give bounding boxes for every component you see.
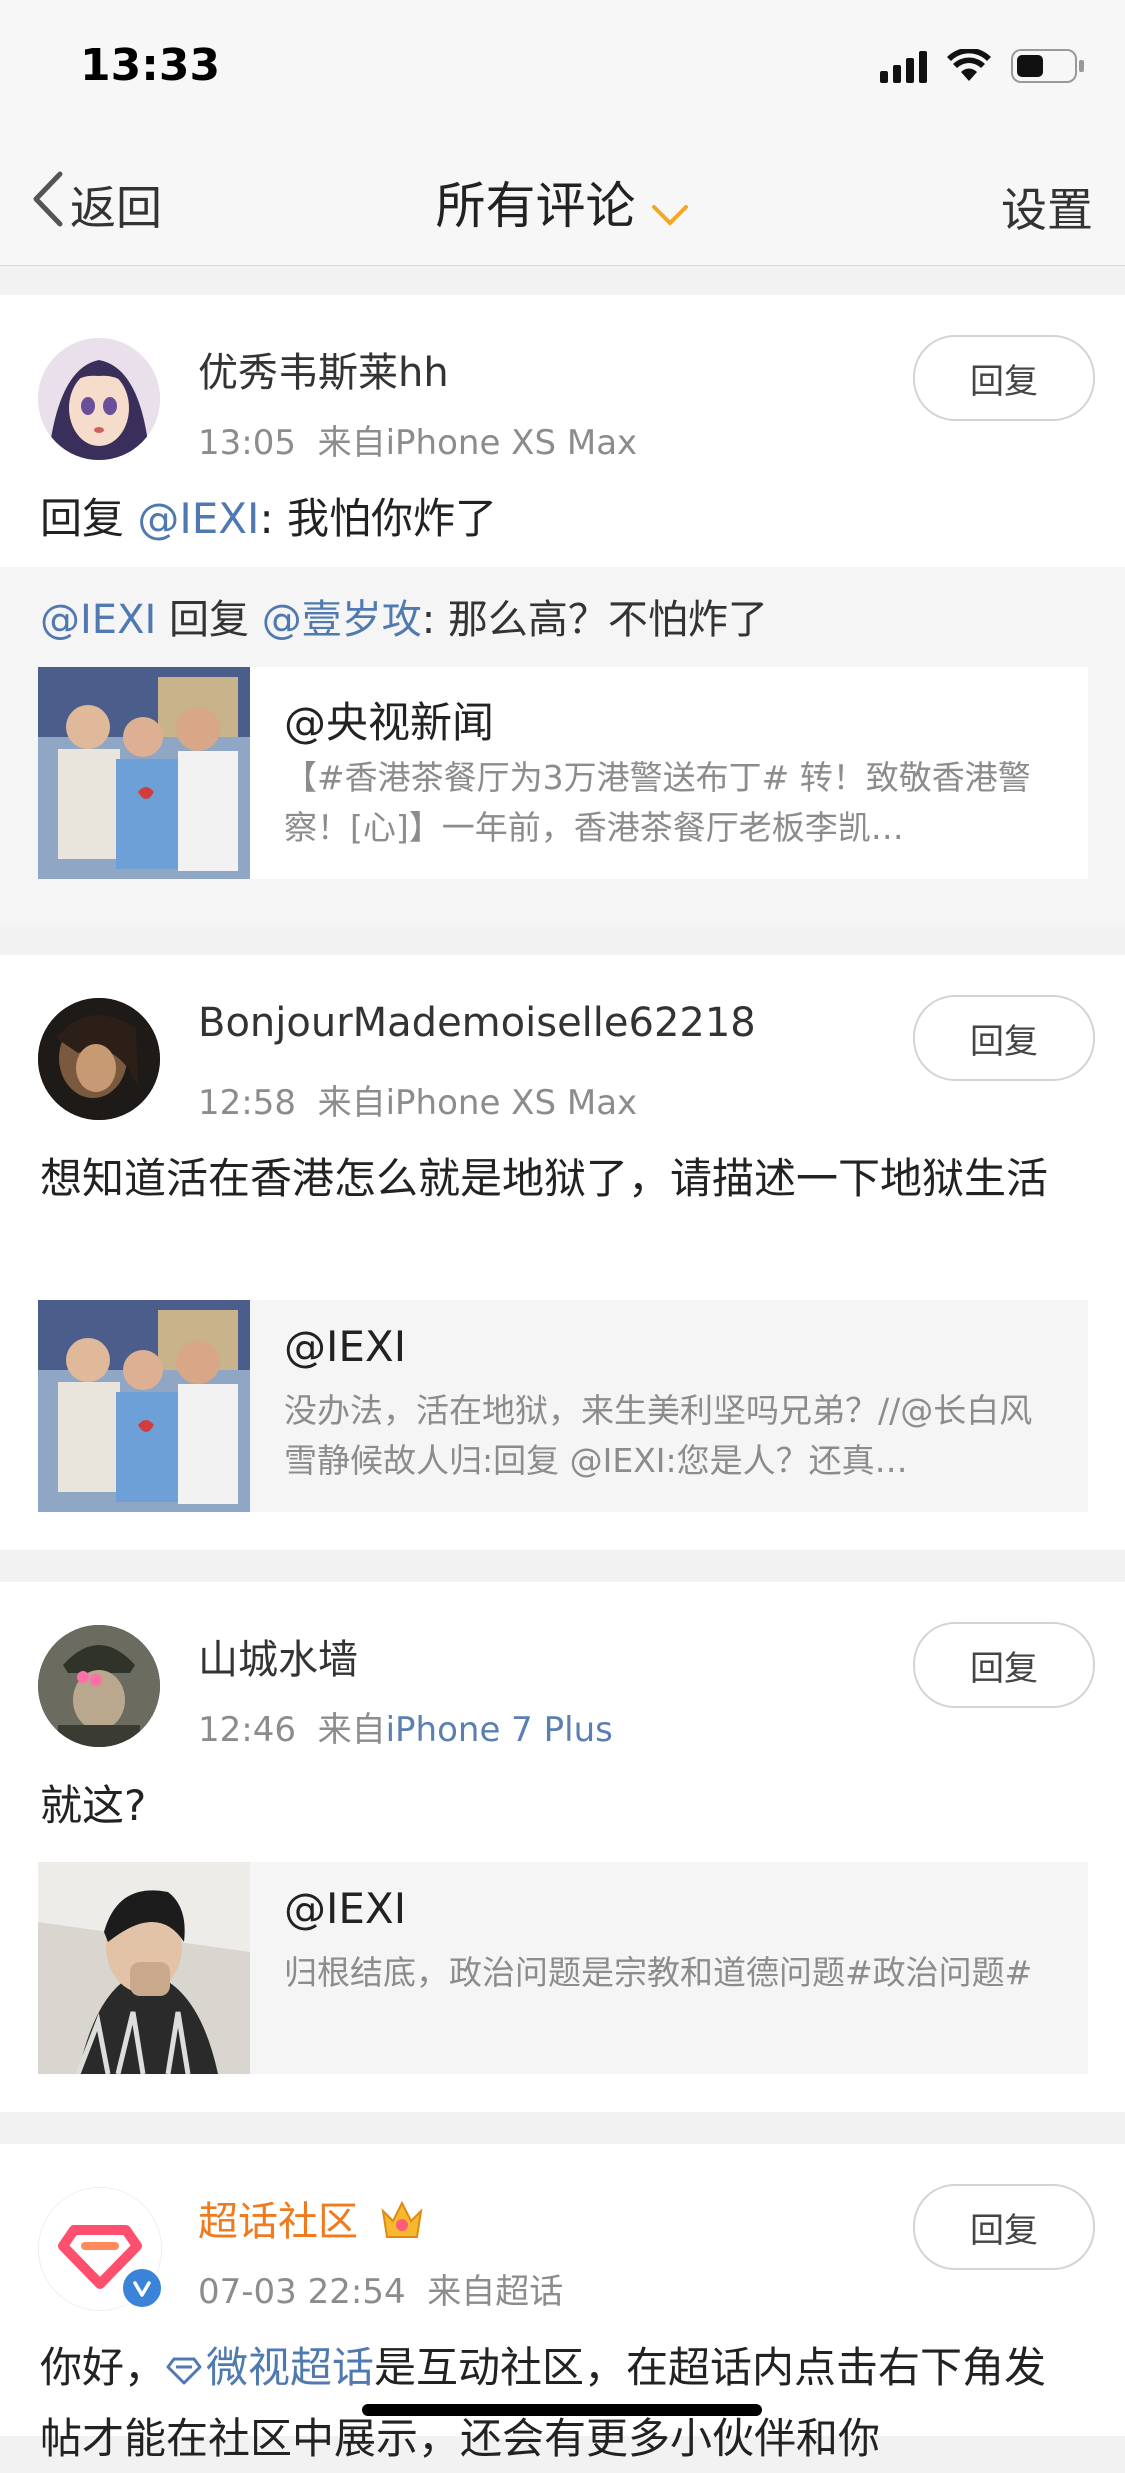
avatar[interactable] <box>38 1625 160 1747</box>
nav-bar: 返回 所有评论 设置 <box>0 140 1125 266</box>
post-thumbnail <box>38 667 250 879</box>
comment-text-body: : 我怕你炸了 <box>259 494 497 543</box>
comment-time: 12:58 <box>198 1083 296 1123</box>
comment-item: BonjourMademoiselle62218 12:58 来自iPhone … <box>0 955 1125 1550</box>
username[interactable]: 超话社区 <box>198 2189 425 2251</box>
comment-meta: 13:05 来自iPhone XS Max <box>198 415 637 464</box>
battery-icon <box>1011 48 1085 84</box>
wifi-icon <box>947 49 991 83</box>
comment-text: 就这? <box>40 1781 147 1830</box>
comment-filter-dropdown[interactable]: 所有评论 <box>0 166 1125 239</box>
comment-meta: 07-03 22:54 来自超话 <box>198 2264 563 2313</box>
diamond-icon <box>166 2337 202 2405</box>
mention-link[interactable]: @壹岁攻 <box>262 597 422 643</box>
reply-button[interactable]: 回复 <box>913 335 1095 421</box>
mention-link[interactable]: @IEXI <box>40 597 156 643</box>
status-time: 13:33 <box>80 40 221 91</box>
comment-time: 12:46 <box>198 1710 296 1750</box>
post-thumbnail <box>38 1862 250 2074</box>
quote-body: : 那么高？不怕炸了 <box>421 597 768 643</box>
cellular-signal-icon <box>880 49 927 83</box>
comment-item: 优秀韦斯莱hh 13:05 来自iPhone XS Max 回复 回复 @IEX… <box>0 295 1125 925</box>
status-bar: 13:33 <box>0 0 1125 140</box>
referenced-post-card[interactable]: @央视新闻 【#香港茶餐厅为3万港警送布丁# 转！致敬香港警察！[心]】一年前，… <box>38 667 1088 879</box>
referenced-post-excerpt: 归根结底，政治问题是宗教和道德问题#政治问题# <box>284 1953 1033 1992</box>
referenced-post-author: @IEXI <box>284 1322 407 1371</box>
comment-meta: 12:46 来自iPhone 7 Plus <box>198 1702 613 1751</box>
comment-source-prefix: 来自 <box>317 1710 386 1750</box>
comment-time: 07-03 22:54 <box>198 2272 406 2312</box>
comment-source: 来自iPhone XS Max <box>317 1083 638 1123</box>
referenced-post-excerpt: 【#香港茶餐厅为3万港警送布丁# 转！致敬香港警察！[心]】一年前，香港茶餐厅老… <box>284 758 1031 847</box>
comment-text-prefix: 你好， <box>40 2343 167 2392</box>
comment-source: 来自iPhone XS Max <box>317 423 638 463</box>
quoted-comment[interactable]: @IEXI 回复 @壹岁攻: 那么高？不怕炸了 @央视新闻 【#香港茶餐厅为3万… <box>0 567 1125 925</box>
reply-button[interactable]: 回复 <box>913 1622 1095 1708</box>
username[interactable]: 山城水墙 <box>198 1627 358 1685</box>
page-title: 所有评论 <box>435 177 636 235</box>
referenced-post-excerpt: 没办法，活在地狱，来生美利坚吗兄弟？//@长白风雪静候故人归:回复 @IEXI:… <box>284 1391 1033 1480</box>
reply-button[interactable]: 回复 <box>913 995 1095 1081</box>
comment-text-prefix: 回复 <box>40 494 138 543</box>
comment-source: 来自超话 <box>427 2272 564 2312</box>
comment-text: 想知道活在香港怎么就是地狱了，请描述一下地狱生活 <box>40 1154 1049 1203</box>
comment-text: 回复 @IEXI: 我怕你炸了 <box>40 485 1085 553</box>
referenced-post-author: @IEXI <box>284 1884 407 1933</box>
topic-link-label: 微视超话 <box>206 2343 375 2392</box>
verified-badge-icon <box>120 2266 164 2310</box>
quoted-comment-text: @IEXI 回复 @壹岁攻: 那么高？不怕炸了 <box>40 587 768 645</box>
quote-reply-word: 回复 <box>156 597 262 643</box>
home-indicator[interactable] <box>362 2404 762 2416</box>
chevron-down-icon <box>650 181 690 239</box>
referenced-post-author: @央视新闻 <box>284 698 495 747</box>
settings-button[interactable]: 设置 <box>1001 174 1093 240</box>
referenced-post-card[interactable]: @IEXI 归根结底，政治问题是宗教和道德问题#政治问题# <box>38 1862 1088 2074</box>
username[interactable]: 优秀韦斯莱hh <box>198 340 449 398</box>
avatar[interactable] <box>38 998 160 1120</box>
post-thumbnail <box>38 1300 250 1512</box>
comment-time: 13:05 <box>198 423 296 463</box>
username-text: 超话社区 <box>198 2199 358 2245</box>
referenced-post-card[interactable]: @IEXI 没办法，活在地狱，来生美利坚吗兄弟？//@长白风雪静候故人归:回复 … <box>38 1300 1088 1512</box>
comment-meta: 12:58 来自iPhone XS Max <box>198 1075 637 1124</box>
comment-item: 超话社区 07-03 22:54 来自超话 回复 你好， 微视超话是互动社区，在超… <box>0 2144 1125 2463</box>
crown-badge-icon <box>379 2197 425 2251</box>
reply-button[interactable]: 回复 <box>913 2184 1095 2270</box>
topic-link[interactable]: 微视超话 <box>166 2343 374 2392</box>
comment-item: 山城水墙 12:46 来自iPhone 7 Plus 回复 就这? @IEXI … <box>0 1582 1125 2112</box>
source-link[interactable]: iPhone 7 Plus <box>386 1710 613 1750</box>
username[interactable]: BonjourMademoiselle62218 <box>198 1000 756 1046</box>
avatar[interactable] <box>38 338 160 460</box>
mention-link[interactable]: @IEXI <box>137 494 259 543</box>
